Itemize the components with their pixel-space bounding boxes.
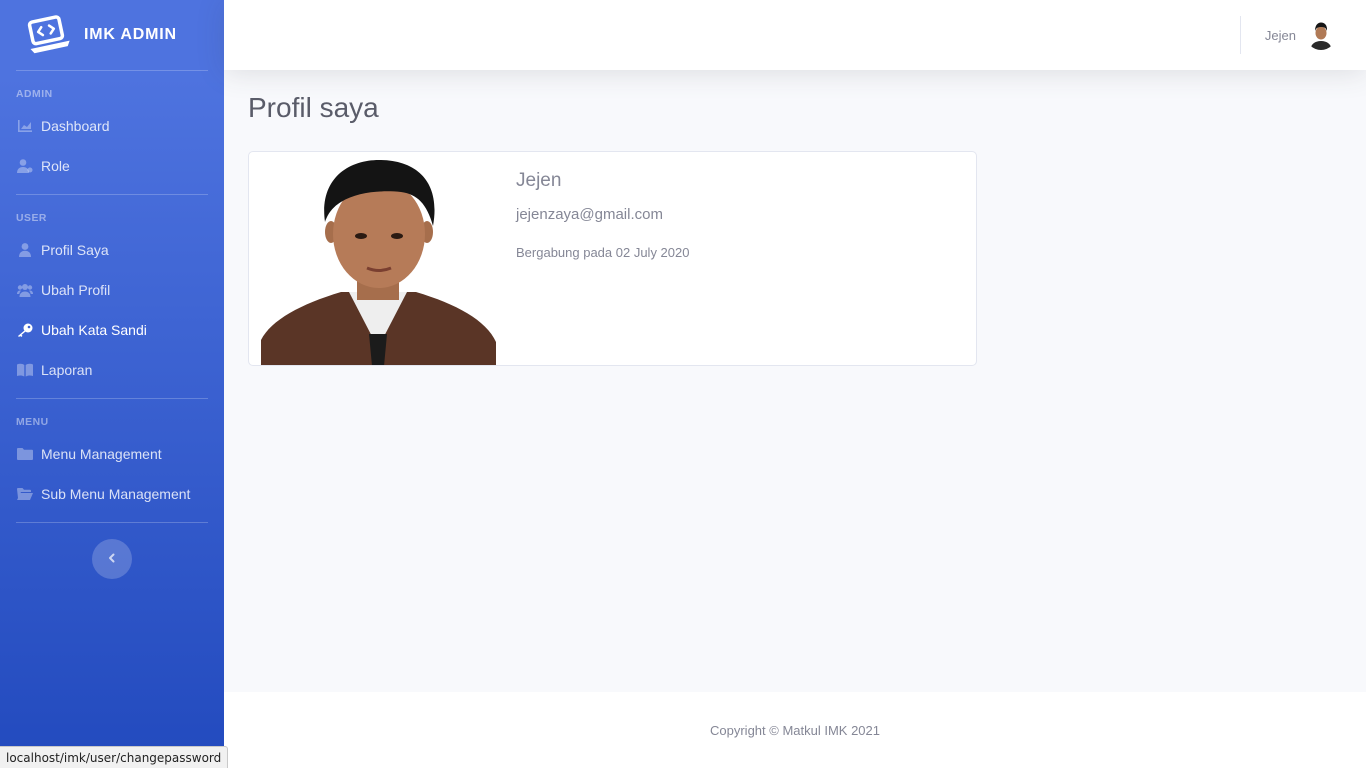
sidebar-toggle-button[interactable] bbox=[92, 539, 132, 579]
book-open-icon bbox=[17, 363, 33, 377]
copyright-text: Copyright © Matkul IMK 2021 bbox=[710, 722, 880, 738]
sidebar-item-role[interactable]: Role bbox=[0, 146, 224, 186]
sidebar-heading-admin: ADMIN bbox=[16, 89, 53, 100]
folder-icon bbox=[17, 447, 33, 461]
sidebar-item-label: Profil Saya bbox=[41, 242, 109, 258]
user-tie-icon bbox=[17, 159, 33, 173]
chevron-left-icon bbox=[107, 550, 117, 568]
sidebar-item-label: Sub Menu Management bbox=[41, 486, 191, 502]
topbar-divider bbox=[1240, 16, 1241, 54]
user-icon bbox=[17, 243, 33, 257]
sidebar-heading-user: USER bbox=[16, 213, 47, 224]
profile-card: Jejen jejenzaya@gmail.com Bergabung pada… bbox=[248, 151, 977, 366]
profile-details: Jejen jejenzaya@gmail.com Bergabung pada… bbox=[516, 170, 689, 260]
sidebar-item-label: Menu Management bbox=[41, 446, 162, 462]
browser-status-url: localhost/imk/user/changepassword bbox=[0, 746, 229, 768]
profile-name: Jejen bbox=[516, 170, 562, 191]
brand-title: IMK ADMIN bbox=[84, 26, 177, 43]
avatar bbox=[1306, 20, 1336, 50]
sidebar-item-ubah-kata-sandi[interactable]: Ubah Kata Sandi bbox=[0, 310, 224, 350]
page-title: Profil saya bbox=[248, 92, 379, 123]
profile-joined-date: Bergabung pada 02 July 2020 bbox=[516, 245, 690, 260]
sidebar-item-label: Dashboard bbox=[41, 118, 110, 134]
sidebar-heading-menu: MENU bbox=[16, 417, 49, 428]
sidebar-item-profil-saya[interactable]: Profil Saya bbox=[0, 230, 224, 270]
main-content: Profil saya Jejen jejenzaya@gmail.com Be… bbox=[224, 70, 1366, 692]
sidebar-item-ubah-profil[interactable]: Ubah Profil bbox=[0, 270, 224, 310]
profile-photo bbox=[261, 152, 496, 365]
sidebar: IMK ADMIN ADMIN Dashboard Role USER Prof… bbox=[0, 0, 224, 768]
brand-link[interactable]: IMK ADMIN bbox=[0, 0, 224, 70]
profile-email: jejenzaya@gmail.com bbox=[516, 206, 663, 223]
users-icon bbox=[17, 283, 33, 297]
sidebar-item-dashboard[interactable]: Dashboard bbox=[0, 106, 224, 146]
user-dropdown[interactable]: Jejen bbox=[1265, 0, 1336, 70]
sidebar-item-laporan[interactable]: Laporan bbox=[0, 350, 224, 390]
sidebar-item-label: Ubah Profil bbox=[41, 282, 111, 298]
sidebar-item-label: Laporan bbox=[41, 362, 93, 378]
folder-open-icon bbox=[17, 487, 33, 501]
sidebar-item-label: Role bbox=[41, 158, 70, 174]
key-icon bbox=[17, 323, 33, 337]
sidebar-item-menu-management[interactable]: Menu Management bbox=[0, 434, 224, 474]
footer: Copyright © Matkul IMK 2021 bbox=[224, 692, 1366, 768]
sidebar-item-label: Ubah Kata Sandi bbox=[41, 322, 147, 338]
topbar-user-name: Jejen bbox=[1264, 27, 1296, 43]
laptop-code-icon bbox=[26, 15, 70, 55]
chart-area-icon bbox=[17, 119, 33, 133]
topbar: Jejen bbox=[224, 0, 1366, 70]
sidebar-item-sub-menu-management[interactable]: Sub Menu Management bbox=[0, 474, 224, 514]
